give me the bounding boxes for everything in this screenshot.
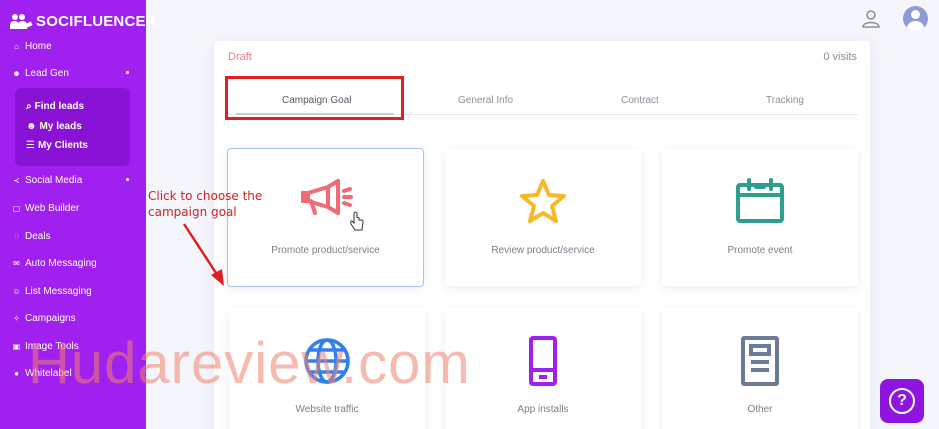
instruction-note: Click to choose the campaign goal bbox=[148, 188, 262, 220]
sidebar-item-label: Auto Messaging bbox=[25, 258, 97, 269]
logo-icon bbox=[10, 13, 33, 30]
instruction-line: campaign goal bbox=[148, 205, 237, 219]
document-icon bbox=[741, 336, 779, 386]
search-icon: ⌕ bbox=[26, 101, 32, 112]
expand-dot-icon bbox=[126, 178, 129, 181]
share-icon: ≺ bbox=[13, 176, 20, 185]
submenu-item-find-leads[interactable]: ⌕ Find leads bbox=[26, 101, 84, 112]
sidebar-item-label: Home bbox=[25, 41, 52, 52]
sidebar-item-label: Lead Gen bbox=[25, 68, 69, 79]
submenu-item-label: Find leads bbox=[34, 101, 85, 112]
star-icon bbox=[520, 179, 566, 223]
sidebar-item-social-media[interactable]: ≺ Social Media bbox=[12, 175, 129, 186]
list-icon: ☰ bbox=[26, 140, 35, 151]
brand-name: SOCIFLUENCER bbox=[36, 13, 157, 30]
phone-icon bbox=[529, 336, 557, 386]
sidebar: SOCIFLUENCER ⌂ Home ☻ Lead Gen ⌕ Find le… bbox=[0, 0, 157, 429]
highlight-box bbox=[225, 76, 404, 120]
people-icon: ☺ bbox=[12, 287, 21, 296]
user-outline-icon[interactable] bbox=[862, 10, 880, 28]
home-icon: ⌂ bbox=[14, 42, 19, 51]
goal-label: App installs bbox=[517, 404, 569, 415]
tab-contract[interactable]: Contract bbox=[621, 95, 659, 106]
goal-card-app-installs[interactable]: App installs bbox=[445, 308, 641, 429]
goal-card-website-traffic[interactable]: Website traffic bbox=[229, 308, 425, 429]
status-badge: Draft bbox=[228, 51, 252, 63]
globe-icon bbox=[304, 338, 350, 384]
submenu-item-my-leads[interactable]: ☻ My leads bbox=[26, 121, 82, 132]
goal-label: Website traffic bbox=[295, 404, 359, 415]
submenu-item-my-clients[interactable]: ☰ My Clients bbox=[26, 140, 88, 151]
sidebar-item-deals[interactable]: ◌ Deals bbox=[12, 231, 51, 242]
mail-icon: ✉ bbox=[13, 259, 20, 268]
sidebar-item-image-tools[interactable]: ▣ Image Tools bbox=[12, 341, 79, 352]
campaign-icon: ✧ bbox=[13, 314, 20, 323]
sidebar-item-label: Social Media bbox=[25, 175, 83, 186]
users-icon: ☻ bbox=[26, 121, 37, 132]
expand-dot-icon bbox=[126, 71, 129, 74]
calendar-icon bbox=[736, 178, 784, 223]
window-icon: ▢ bbox=[12, 204, 21, 213]
avatar[interactable] bbox=[903, 6, 928, 31]
goal-card-promote-event[interactable]: Promote event bbox=[662, 149, 858, 286]
sidebar-item-auto-messaging[interactable]: ✉ Auto Messaging bbox=[12, 258, 97, 269]
whitelabel-icon: ● bbox=[14, 369, 19, 378]
sidebar-item-label: Campaigns bbox=[25, 313, 76, 324]
hand-cursor-icon bbox=[350, 211, 364, 231]
goal-label: Other bbox=[747, 404, 773, 415]
sidebar-item-label: Web Builder bbox=[25, 203, 80, 214]
sidebar-item-label: Image Tools bbox=[25, 341, 79, 352]
tab-tracking[interactable]: Tracking bbox=[766, 95, 804, 106]
tab-general-info[interactable]: General Info bbox=[458, 95, 513, 106]
sidebar-item-home[interactable]: ⌂ Home bbox=[12, 41, 52, 52]
submenu-item-label: My leads bbox=[39, 121, 82, 132]
users-icon: ☻ bbox=[12, 69, 21, 78]
sidebar-item-web-builder[interactable]: ▢ Web Builder bbox=[12, 203, 80, 214]
submenu-item-label: My Clients bbox=[37, 140, 88, 151]
question-icon: ? bbox=[889, 388, 915, 414]
goal-card-review-product[interactable]: Review product/service bbox=[445, 149, 641, 286]
sidebar-item-label: Deals bbox=[25, 231, 51, 242]
sidebar-item-whitelabel[interactable]: ● Whitelabel bbox=[12, 368, 72, 379]
brand-logo[interactable]: SOCIFLUENCER bbox=[10, 13, 157, 30]
lead-gen-submenu: ⌕ Find leads ☻ My leads ☰ My Clients bbox=[15, 88, 130, 166]
goal-card-other[interactable]: Other bbox=[662, 308, 858, 429]
annotation-arrow-icon bbox=[182, 223, 224, 286]
goal-label: Promote product/service bbox=[271, 245, 380, 256]
goal-label: Promote event bbox=[727, 245, 793, 256]
visit-count: 0 visits bbox=[823, 51, 857, 63]
instruction-line: Click to choose the bbox=[148, 189, 263, 203]
megaphone-icon bbox=[300, 179, 353, 215]
sidebar-item-list-messaging[interactable]: ☺ List Messaging bbox=[12, 286, 92, 297]
sidebar-item-campaigns[interactable]: ✧ Campaigns bbox=[12, 313, 76, 324]
tag-icon: ◌ bbox=[14, 232, 19, 241]
help-button[interactable]: ? bbox=[880, 379, 924, 423]
sidebar-item-label: List Messaging bbox=[25, 286, 92, 297]
image-icon: ▣ bbox=[12, 342, 21, 351]
goal-label: Review product/service bbox=[491, 245, 595, 256]
sidebar-item-label: Whitelabel bbox=[25, 368, 72, 379]
sidebar-item-lead-gen[interactable]: ☻ Lead Gen bbox=[12, 68, 129, 79]
